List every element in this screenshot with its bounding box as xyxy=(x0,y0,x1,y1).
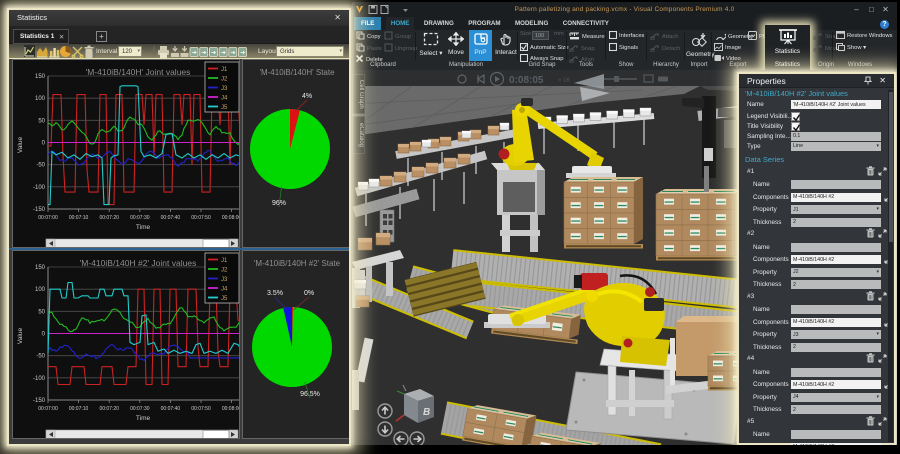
svg-text:00:08:00: 00:08:00 xyxy=(222,406,240,412)
svg-text:Value: Value xyxy=(17,137,24,154)
svg-text:00:07:50: 00:07:50 xyxy=(191,215,211,221)
svg-text:150: 150 xyxy=(35,265,46,271)
svg-text:-100: -100 xyxy=(33,376,46,382)
svg-text:00:07:40: 00:07:40 xyxy=(161,215,181,221)
svg-text:J1: J1 xyxy=(221,258,228,264)
svg-text:J3: J3 xyxy=(221,86,228,92)
svg-text:100: 100 xyxy=(35,96,46,102)
svg-text:-50: -50 xyxy=(36,163,45,169)
svg-text:J2: J2 xyxy=(221,268,228,274)
svg-text:00:07:50: 00:07:50 xyxy=(191,406,211,412)
svg-text:'M-410iB/140H' State: 'M-410iB/140H' State xyxy=(259,68,335,77)
svg-text:J4: J4 xyxy=(221,96,228,102)
svg-text:00:07:20: 00:07:20 xyxy=(99,406,119,412)
svg-text:00:07:10: 00:07:10 xyxy=(69,215,89,221)
svg-text:J1: J1 xyxy=(221,67,228,73)
svg-text:00:07:00: 00:07:00 xyxy=(38,215,58,221)
svg-text:J5: J5 xyxy=(221,296,228,302)
svg-text:'M-410iB/140H #2' State: 'M-410iB/140H #2' State xyxy=(254,259,341,268)
svg-text:00:07:40: 00:07:40 xyxy=(161,406,181,412)
svg-text:J2: J2 xyxy=(221,77,228,83)
svg-text:× 16: × 16 xyxy=(558,78,571,84)
svg-text:00:07:30: 00:07:30 xyxy=(130,215,150,221)
svg-text:-150: -150 xyxy=(33,207,46,213)
svg-text:3.5%: 3.5% xyxy=(267,290,283,297)
svg-text:-50: -50 xyxy=(36,354,45,360)
svg-text:00:07:10: 00:07:10 xyxy=(69,406,89,412)
svg-text:Time: Time xyxy=(136,415,151,422)
svg-text:00:07:00: 00:07:00 xyxy=(38,406,58,412)
svg-text:4%: 4% xyxy=(302,93,312,100)
svg-text:-100: -100 xyxy=(33,185,46,191)
svg-text:B: B xyxy=(423,407,430,418)
svg-text:50: 50 xyxy=(38,309,45,315)
svg-text:0%: 0% xyxy=(304,290,314,297)
svg-text:00:07:30: 00:07:30 xyxy=(130,406,150,412)
svg-text:50: 50 xyxy=(38,118,45,124)
svg-text:0:08:05: 0:08:05 xyxy=(509,75,544,86)
svg-text:Value: Value xyxy=(17,328,24,345)
svg-text:'M-410iB/140H' Joint values: 'M-410iB/140H' Joint values xyxy=(86,67,191,77)
svg-text:'M-410iB/140H #2' Joint values: 'M-410iB/140H #2' Joint values xyxy=(80,258,197,268)
svg-text:00:08:00: 00:08:00 xyxy=(222,215,240,221)
svg-text:96%: 96% xyxy=(272,200,286,207)
svg-text:J4: J4 xyxy=(221,287,228,293)
svg-text:00:07:20: 00:07:20 xyxy=(99,215,119,221)
svg-text:Time: Time xyxy=(136,224,151,231)
svg-text:J3: J3 xyxy=(221,277,228,283)
svg-text:150: 150 xyxy=(35,74,46,80)
svg-text:96.5%: 96.5% xyxy=(300,391,320,398)
svg-text:100: 100 xyxy=(35,287,46,293)
svg-text:-150: -150 xyxy=(33,398,46,404)
svg-text:J5: J5 xyxy=(221,105,228,111)
